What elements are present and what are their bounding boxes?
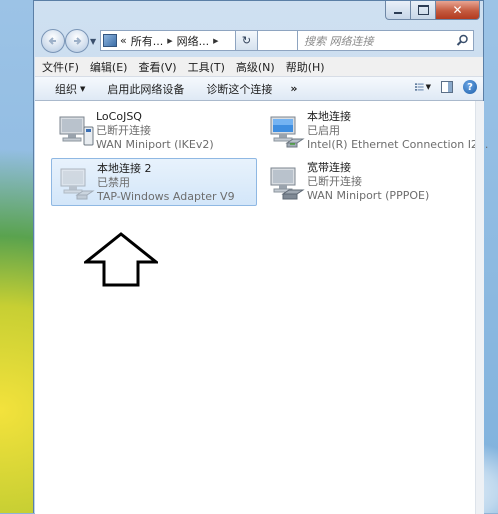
control-panel-icon: [103, 34, 117, 47]
connection-device: TAP-Windows Adapter V9: [97, 190, 235, 203]
preview-pane-icon[interactable]: [441, 81, 453, 93]
menu-file[interactable]: 文件(F): [42, 59, 79, 75]
connection-status: 已启用: [307, 124, 340, 137]
recent-pages-dropdown-icon[interactable]: ▼: [90, 37, 96, 46]
view-options-icon: [415, 83, 424, 91]
breadcrumb-network[interactable]: 网络...: [177, 33, 210, 49]
forward-arrow-icon: [74, 37, 82, 45]
connection-name: 本地连接: [307, 110, 351, 123]
menu-help[interactable]: 帮助(H): [286, 59, 325, 75]
breadcrumb-overflow[interactable]: «: [120, 34, 127, 47]
menu-advanced[interactable]: 高级(N): [236, 59, 275, 75]
chevron-down-icon: ▼: [80, 84, 86, 93]
connection-device: Intel(R) Ethernet Connection I2...: [307, 138, 489, 151]
minimize-icon: [394, 12, 402, 14]
organize-button[interactable]: 组织 ▼: [55, 81, 85, 97]
search-input[interactable]: 搜索 网络连接: [297, 30, 474, 51]
refresh-button[interactable]: ↻: [235, 30, 258, 51]
navigation-bar: ▼ « 所有... ▶ 网络... ▶ ▼ ↻ 搜索 网络连接: [34, 29, 483, 55]
search-placeholder: 搜索 网络连接: [304, 34, 374, 48]
lan-connection-disabled-icon: [60, 168, 95, 200]
menu-edit[interactable]: 编辑(E): [90, 59, 128, 75]
vpn-connection-icon: [59, 116, 94, 146]
menu-view[interactable]: 查看(V): [138, 59, 176, 75]
connection-item-locojsq[interactable]: LoCoJSQ 已断开连接 WAN Miniport (IKEv2): [51, 107, 257, 155]
broadband-connection-icon: [270, 167, 305, 200]
maximize-button[interactable]: [411, 1, 436, 20]
chevron-down-icon: ▼: [425, 83, 431, 91]
connection-status: 已断开连接: [96, 124, 151, 137]
command-bar: 组织 ▼ 启用此网络设备 诊断这个连接 » ▼ ?: [35, 77, 483, 101]
connection-name: 本地连接 2: [97, 162, 152, 175]
diagnose-button[interactable]: 诊断这个连接: [206, 81, 272, 97]
help-icon[interactable]: ?: [463, 80, 477, 94]
maximize-icon: [417, 5, 429, 15]
connection-name: LoCoJSQ: [96, 110, 142, 123]
back-arrow-icon: [48, 37, 56, 45]
refresh-icon: ↻: [241, 34, 252, 47]
menu-tools[interactable]: 工具(T): [188, 59, 225, 75]
connection-device: WAN Miniport (IKEv2): [96, 138, 214, 151]
breadcrumb-all-control-panel[interactable]: 所有...: [131, 33, 164, 49]
connection-name: 宽带连接: [307, 161, 351, 174]
connection-device: WAN Miniport (PPPOE): [307, 189, 430, 202]
minimize-button[interactable]: [385, 1, 411, 20]
forward-button[interactable]: [65, 29, 89, 53]
lan-connection-icon: [270, 116, 305, 148]
breadcrumb-separator-icon[interactable]: ▶: [213, 37, 218, 45]
connection-item-broadband[interactable]: 宽带连接 已断开连接 WAN Miniport (PPPOE): [262, 158, 468, 206]
close-icon: ✕: [452, 3, 463, 17]
connection-item-local-area[interactable]: 本地连接 已启用 Intel(R) Ethernet Connection I2…: [262, 107, 488, 155]
address-bar[interactable]: « 所有... ▶ 网络... ▶ ▼: [100, 30, 316, 51]
enable-device-button[interactable]: 启用此网络设备: [107, 81, 184, 97]
breadcrumb-separator-icon[interactable]: ▶: [167, 37, 172, 45]
back-button[interactable]: [41, 29, 65, 53]
close-button[interactable]: ✕: [436, 1, 480, 20]
more-commands-button[interactable]: »: [290, 82, 297, 95]
change-view-button[interactable]: ▼: [415, 80, 431, 94]
connection-status: 已断开连接: [307, 175, 362, 188]
organize-label: 组织: [55, 82, 77, 96]
connections-list: LoCoJSQ 已断开连接 WAN Miniport (IKEv2) 本地连接 …: [35, 101, 488, 514]
connection-status: 已禁用: [97, 176, 130, 189]
connection-item-local-area-2[interactable]: 本地连接 2 已禁用 TAP-Windows Adapter V9: [51, 158, 257, 206]
up-arrow-icon: [84, 232, 158, 287]
window-controls: ✕: [385, 1, 480, 20]
menu-bar: 文件(F) 编辑(E) 查看(V) 工具(T) 高级(N) 帮助(H): [35, 57, 483, 77]
search-icon[interactable]: [456, 34, 469, 47]
vertical-scrollbar[interactable]: [475, 101, 484, 514]
